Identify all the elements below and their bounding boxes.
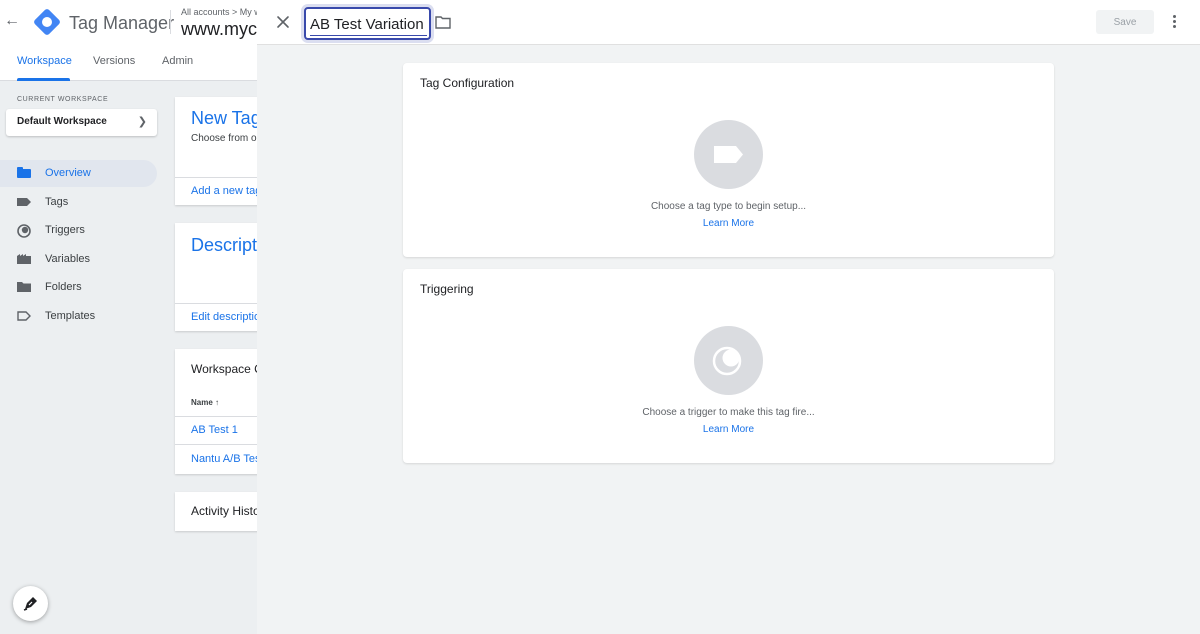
tab-admin[interactable]: Admin xyxy=(162,55,193,67)
input-underline xyxy=(310,35,427,36)
column-label: Name xyxy=(191,398,213,407)
tag-name-input[interactable] xyxy=(310,13,427,35)
sidebar-item-tags[interactable]: Tags xyxy=(0,189,157,216)
workspace-selector[interactable]: Default Workspace ❯ xyxy=(6,109,157,136)
container-name[interactable]: www.myco xyxy=(181,19,267,40)
chevron-right-icon: ❯ xyxy=(137,116,147,128)
variables-icon xyxy=(17,253,31,265)
breadcrumb[interactable]: All accounts > My w xyxy=(181,7,261,17)
tag-editor-panel: Save Tag Configuration Choose a tag type… xyxy=(257,0,1200,634)
panel-header: Save xyxy=(257,0,1200,45)
tab-versions[interactable]: Versions xyxy=(93,55,135,67)
activity-history-title: Activity Histo xyxy=(191,504,260,518)
sidebar-item-folders[interactable]: Folders xyxy=(0,274,157,301)
triggering-title: Triggering xyxy=(420,282,474,296)
trigger-placeholder[interactable] xyxy=(694,326,763,395)
header-divider xyxy=(170,10,171,34)
trigger-hint: Choose a trigger to make this tag fire..… xyxy=(642,407,815,418)
change-row-link[interactable]: Nantu A/B Test xyxy=(191,453,264,465)
sidebar-item-triggers[interactable]: Triggers xyxy=(0,217,157,244)
overview-icon xyxy=(17,167,31,179)
pen-icon xyxy=(23,597,37,611)
sidebar-item-label: Overview xyxy=(45,167,91,179)
sidebar-item-label: Templates xyxy=(45,310,96,322)
assistant-button[interactable] xyxy=(13,586,48,621)
tag-icon xyxy=(714,146,743,163)
add-new-tag-link[interactable]: Add a new tag xyxy=(191,185,261,197)
save-button[interactable]: Save xyxy=(1096,10,1154,34)
sidebar-item-templates[interactable]: Templates xyxy=(0,303,157,330)
back-arrow-icon[interactable]: ← xyxy=(4,12,20,32)
app-title: Tag Manager xyxy=(69,13,175,33)
active-tab-indicator xyxy=(17,78,70,81)
trigger-icon xyxy=(17,224,31,238)
tag-type-hint: Choose a tag type to begin setup... xyxy=(650,201,807,212)
folder-icon xyxy=(17,281,31,293)
tag-configuration-title: Tag Configuration xyxy=(420,76,515,90)
tag-configuration-card[interactable]: Tag Configuration Choose a tag type to b… xyxy=(403,63,1054,257)
sidebar-item-label: Variables xyxy=(45,253,91,265)
tab-workspace[interactable]: Workspace xyxy=(17,55,72,67)
name-column-header[interactable]: Name ↑ xyxy=(191,398,219,407)
current-workspace-label: CURRENT WORKSPACE xyxy=(17,96,109,103)
learn-more-link[interactable]: Learn More xyxy=(403,424,1054,435)
workspace-changes-title: Workspace C xyxy=(191,362,263,376)
tag-manager-logo-icon xyxy=(32,7,62,37)
close-icon[interactable] xyxy=(275,14,291,30)
edit-description-link[interactable]: Edit descriptio xyxy=(191,311,260,323)
sidebar-item-variables[interactable]: Variables xyxy=(0,246,157,273)
workspace-name: Default Workspace xyxy=(17,116,107,127)
sidebar-item-label: Folders xyxy=(45,281,82,293)
sidebar-item-label: Tags xyxy=(45,196,69,208)
tag-type-placeholder[interactable] xyxy=(694,120,763,189)
learn-more-link[interactable]: Learn More xyxy=(403,218,1054,229)
tag-name-field[interactable] xyxy=(304,7,431,40)
trigger-icon xyxy=(712,346,742,376)
tag-icon xyxy=(17,196,31,208)
triggering-card[interactable]: Triggering Choose a trigger to make this… xyxy=(403,269,1054,463)
template-icon xyxy=(17,310,31,322)
change-row-link[interactable]: AB Test 1 xyxy=(191,424,238,436)
new-tag-title: New Tag xyxy=(191,108,261,128)
description-title: Descript xyxy=(191,235,258,255)
folder-icon[interactable] xyxy=(435,15,451,29)
sidebar-item-label: Triggers xyxy=(45,224,85,236)
more-options-icon[interactable] xyxy=(1169,13,1179,31)
new-tag-subtitle: Choose from o xyxy=(191,133,257,144)
sidebar-item-overview[interactable]: Overview xyxy=(0,160,157,187)
